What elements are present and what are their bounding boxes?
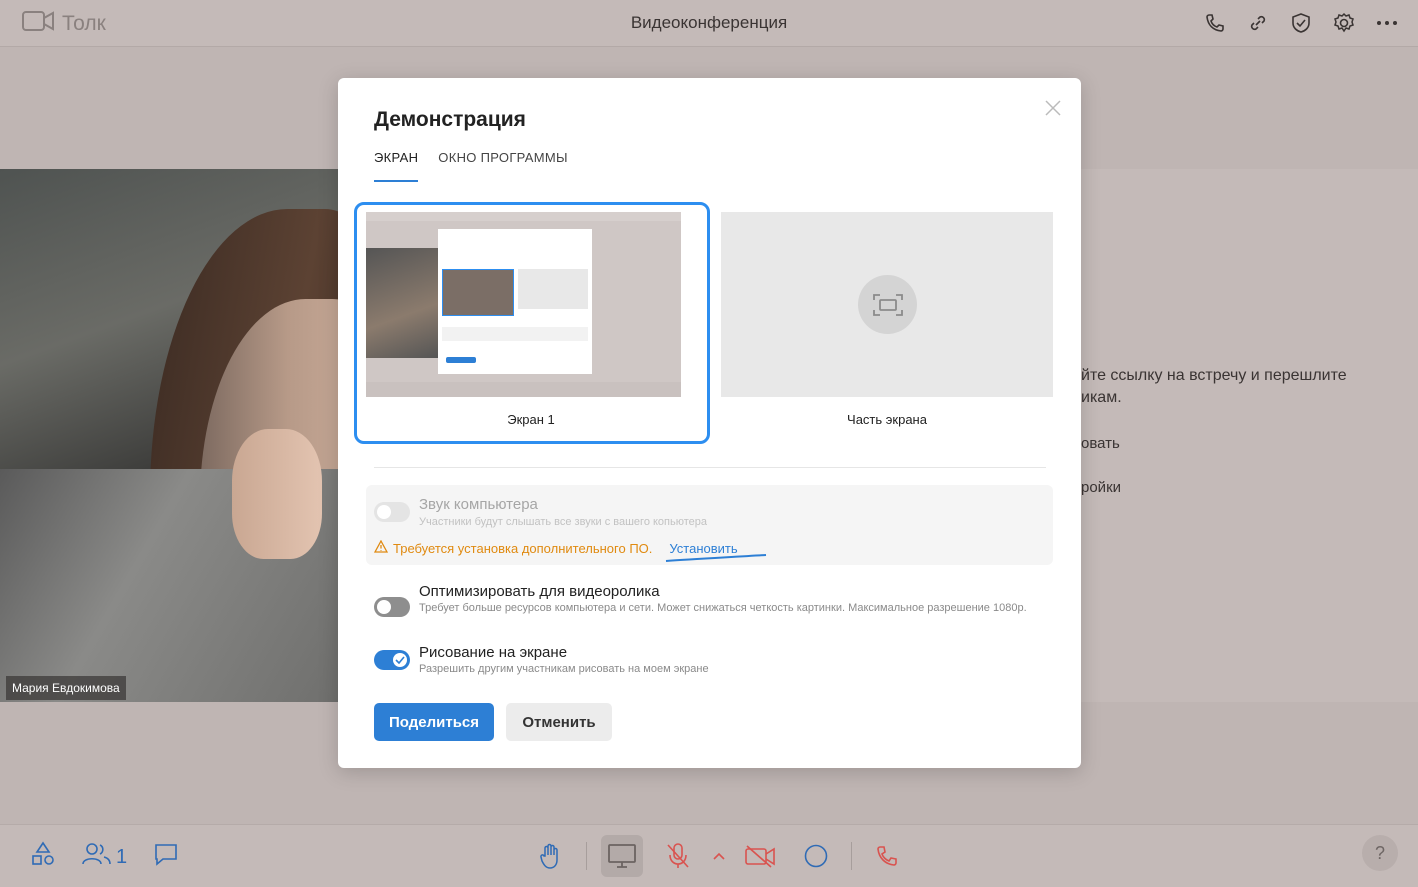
help-button[interactable]: ? xyxy=(1362,835,1398,871)
computer-sound-subtitle: Участники будут слышать все звуки с ваше… xyxy=(419,516,708,528)
dialog-title: Демонстрация xyxy=(374,108,526,131)
camera-off-icon[interactable] xyxy=(739,835,781,877)
drawing-toggle[interactable] xyxy=(374,650,410,670)
install-underline xyxy=(665,554,767,562)
participant-video xyxy=(0,169,338,702)
invite-text-line1: йте ссылку на встречу и перешлите xyxy=(1081,367,1347,384)
source-card-part-of-screen[interactable] xyxy=(721,212,1053,397)
source-label-screen-1: Экран 1 xyxy=(507,412,555,427)
source-label-part-of-screen: Часть экрана xyxy=(847,412,927,427)
shield-check-icon[interactable] xyxy=(1288,10,1314,36)
close-icon[interactable] xyxy=(1043,98,1063,118)
raise-hand-icon[interactable] xyxy=(530,835,572,877)
participant-name: Мария Евдокимова xyxy=(6,676,126,700)
phone-icon[interactable] xyxy=(1202,10,1228,36)
optimize-video-title: Оптимизировать для видеоролика xyxy=(419,583,660,600)
divider xyxy=(374,467,1046,468)
check-icon xyxy=(395,656,405,664)
optimize-video-subtitle: Требует больше ресурсов компьютера и сет… xyxy=(419,602,1027,614)
share-button[interactable]: Поделиться xyxy=(374,703,494,741)
computer-sound-title: Звук компьютера xyxy=(419,496,538,513)
top-bar: Толк Видеоконференция xyxy=(0,0,1418,47)
record-icon[interactable] xyxy=(795,835,837,877)
link-icon[interactable] xyxy=(1245,10,1271,36)
screen-1-thumbnail xyxy=(366,212,681,397)
mic-off-icon[interactable] xyxy=(657,835,699,877)
participants-button[interactable]: 1 xyxy=(82,842,127,872)
screen-region-icon xyxy=(858,275,917,334)
chevron-up-icon[interactable] xyxy=(713,847,725,865)
warning-icon xyxy=(373,539,389,556)
tab-program-window[interactable]: ОКНО ПРОГРАММЫ xyxy=(438,150,568,182)
drawing-title: Рисование на экране xyxy=(419,644,568,661)
drawing-subtitle: Разрешить другим участникам рисовать на … xyxy=(419,663,709,675)
computer-sound-toggle[interactable] xyxy=(374,502,410,522)
cancel-button[interactable]: Отменить xyxy=(506,703,612,741)
invite-text-line2: икам. xyxy=(1081,389,1122,406)
gear-icon[interactable] xyxy=(1331,10,1357,36)
screen-share-dialog: Демонстрация ЭКРАН ОКНО ПРОГРАММЫ Экран … xyxy=(338,78,1081,768)
tab-screen[interactable]: ЭКРАН xyxy=(374,150,419,182)
bottom-bar: 1 ? xyxy=(0,824,1418,887)
invite-panel xyxy=(1081,169,1418,702)
invite-action-copy: овать xyxy=(1081,435,1120,452)
participants-count: 1 xyxy=(116,845,128,868)
invite-action-settings: ройки xyxy=(1081,479,1122,496)
hang-up-icon[interactable] xyxy=(866,835,908,877)
people-icon xyxy=(82,842,112,872)
shapes-icon[interactable] xyxy=(30,841,56,873)
screen-share-icon[interactable] xyxy=(601,835,643,877)
optimize-video-toggle[interactable] xyxy=(374,597,410,617)
warning-text: Требуется установка дополнительного ПО. xyxy=(393,540,653,556)
chat-icon[interactable] xyxy=(153,842,179,872)
more-icon[interactable] xyxy=(1374,10,1400,36)
